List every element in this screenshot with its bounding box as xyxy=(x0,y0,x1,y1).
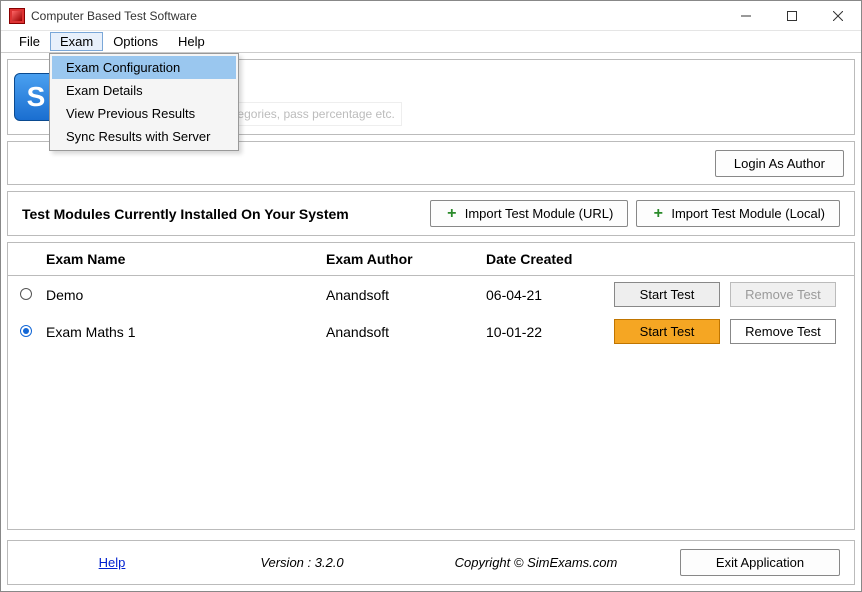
maximize-button[interactable] xyxy=(769,1,815,30)
version-text: Version : 3.2.0 xyxy=(212,555,392,570)
cell-exam-author: Anandsoft xyxy=(326,324,486,340)
minimize-icon xyxy=(741,11,751,21)
dropdown-exam-details[interactable]: Exam Details xyxy=(52,79,236,102)
import-module-url-button[interactable]: + Import Test Module (URL) xyxy=(430,200,629,227)
remove-test-button: Remove Test xyxy=(730,282,836,307)
close-icon xyxy=(833,11,843,21)
cell-date-created: 06-04-21 xyxy=(486,287,606,303)
import-local-label: Import Test Module (Local) xyxy=(671,206,825,221)
copyright-text: Copyright © SimExams.com xyxy=(402,555,670,570)
window-title: Computer Based Test Software xyxy=(31,9,197,23)
menu-options[interactable]: Options xyxy=(103,32,168,51)
minimize-button[interactable] xyxy=(723,1,769,30)
col-date-created: Date Created xyxy=(486,251,606,267)
app-window: Computer Based Test Software File Exam O… xyxy=(0,0,862,592)
table-row: Exam Maths 1 Anandsoft 10-01-22 Start Te… xyxy=(8,313,854,350)
login-as-author-button[interactable]: Login As Author xyxy=(715,150,844,177)
window-controls xyxy=(723,1,861,30)
row-radio[interactable] xyxy=(20,288,32,300)
modules-header-panel: Test Modules Currently Installed On Your… xyxy=(7,191,855,236)
col-exam-author: Exam Author xyxy=(326,251,486,267)
menu-help[interactable]: Help xyxy=(168,32,215,51)
exam-dropdown: Exam Configuration Exam Details View Pre… xyxy=(49,53,239,151)
app-icon xyxy=(9,8,25,24)
row-radio[interactable] xyxy=(20,325,32,337)
start-test-button[interactable]: Start Test xyxy=(614,319,720,344)
cell-exam-name: Demo xyxy=(46,287,326,303)
table-row: Demo Anandsoft 06-04-21 Start Test Remov… xyxy=(8,276,854,313)
import-url-label: Import Test Module (URL) xyxy=(465,206,614,221)
dropdown-view-previous-results[interactable]: View Previous Results xyxy=(52,102,236,125)
dropdown-sync-results[interactable]: Sync Results with Server xyxy=(52,125,236,148)
exit-application-button[interactable]: Exit Application xyxy=(680,549,840,576)
plus-icon: + xyxy=(651,207,665,221)
import-module-local-button[interactable]: + Import Test Module (Local) xyxy=(636,200,840,227)
menubar: File Exam Options Help Exam Configuratio… xyxy=(1,31,861,53)
remove-test-button[interactable]: Remove Test xyxy=(730,319,836,344)
titlebar: Computer Based Test Software xyxy=(1,1,861,31)
modules-header-label: Test Modules Currently Installed On Your… xyxy=(22,206,422,222)
plus-icon: + xyxy=(445,207,459,221)
cell-exam-author: Anandsoft xyxy=(326,287,486,303)
col-exam-name: Exam Name xyxy=(46,251,326,267)
dropdown-exam-configuration[interactable]: Exam Configuration xyxy=(52,56,236,79)
table-header: Exam Name Exam Author Date Created xyxy=(8,243,854,276)
cell-exam-name: Exam Maths 1 xyxy=(46,324,326,340)
menu-file[interactable]: File xyxy=(9,32,50,51)
close-button[interactable] xyxy=(815,1,861,30)
start-test-button[interactable]: Start Test xyxy=(614,282,720,307)
cell-date-created: 10-01-22 xyxy=(486,324,606,340)
help-link[interactable]: Help xyxy=(22,555,202,570)
modules-table-panel: Exam Name Exam Author Date Created Demo … xyxy=(7,242,855,530)
maximize-icon xyxy=(787,11,797,21)
footer-panel: Help Version : 3.2.0 Copyright © SimExam… xyxy=(7,540,855,585)
menu-exam[interactable]: Exam xyxy=(50,32,103,51)
